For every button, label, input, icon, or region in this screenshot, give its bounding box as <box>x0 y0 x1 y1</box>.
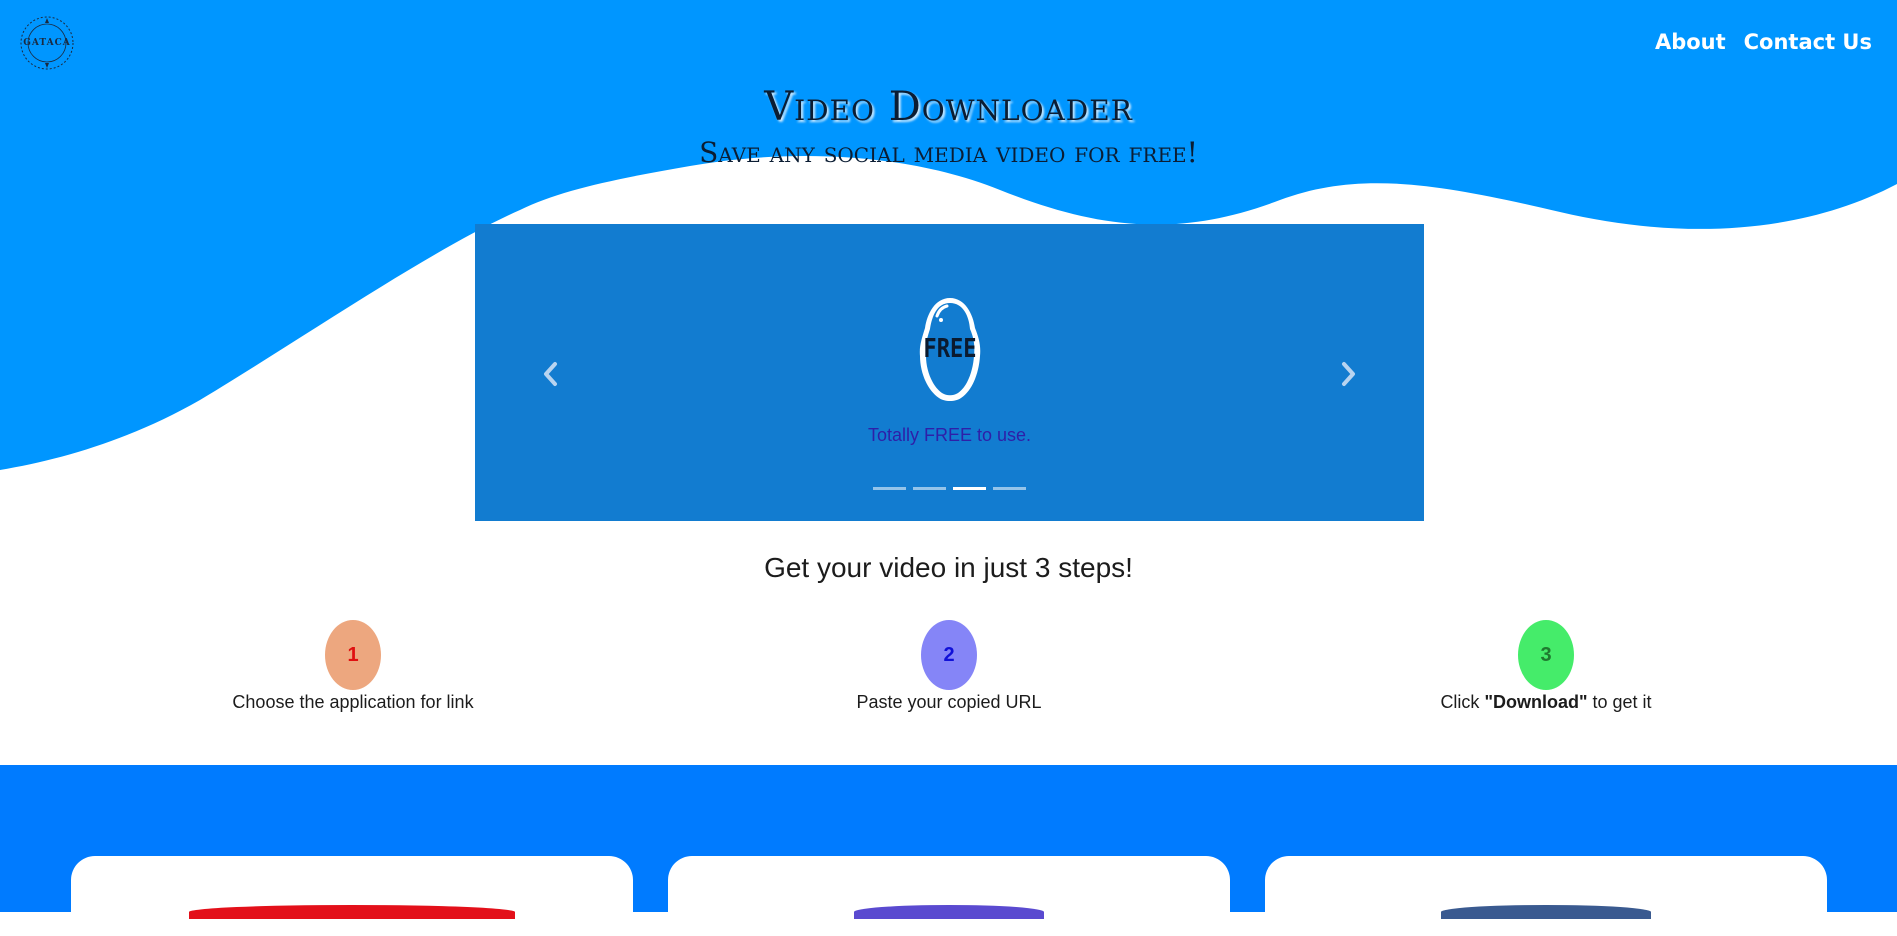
platform-section <box>0 765 1897 936</box>
step-2: 2 Paste your copied URL <box>779 620 1119 713</box>
step-3-text-prefix: Click <box>1440 692 1485 712</box>
free-badge: FREE <box>913 294 987 406</box>
step-2-number-badge: 2 <box>921 620 977 690</box>
step-3: 3 Click "Download" to get it <box>1376 620 1716 713</box>
page-title: Video Downloader <box>764 84 1133 130</box>
top-nav: About Contact Us <box>1655 30 1872 54</box>
carousel-indicator-3[interactable] <box>953 487 986 490</box>
step-3-number-badge: 3 <box>1518 620 1574 690</box>
carousel-prev-button[interactable] <box>535 356 565 392</box>
nav-about-link[interactable]: About <box>1655 30 1726 54</box>
step-3-text-suffix: to get it <box>1587 692 1652 712</box>
step-1: 1 Choose the application for link <box>183 620 523 713</box>
chevron-right-icon <box>1342 362 1355 386</box>
platform-card-1-banner <box>189 905 515 919</box>
feature-carousel: FREE Totally FREE to use. <box>475 224 1424 521</box>
platform-card-2-banner <box>854 905 1044 919</box>
carousel-indicators <box>873 487 1026 490</box>
page-subtitle: Save any social media video for free! <box>699 136 1198 169</box>
step-1-text: Choose the application for link <box>232 692 474 712</box>
logo-text: GATACA <box>23 38 71 48</box>
platform-card-3[interactable] <box>1265 856 1827 936</box>
platform-card-3-banner <box>1441 905 1651 919</box>
step-3-text: Click "Download" to get it <box>1376 692 1716 713</box>
step-1-number-badge: 1 <box>325 620 381 690</box>
free-badge-text: FREE <box>923 334 977 364</box>
nav-contact-link[interactable]: Contact Us <box>1744 30 1872 54</box>
chevron-left-icon <box>544 362 557 386</box>
step-3-text-bold: "Download" <box>1484 692 1588 712</box>
carousel-indicator-2[interactable] <box>913 487 946 490</box>
carousel-next-button[interactable] <box>1334 356 1364 392</box>
step-2-text: Paste your copied URL <box>856 692 1042 712</box>
carousel-indicator-4[interactable] <box>993 487 1026 490</box>
gataca-logo[interactable]: GATACA <box>18 14 76 72</box>
platform-card-2[interactable] <box>668 856 1230 936</box>
platform-card-1[interactable] <box>71 856 633 936</box>
steps-heading: Get your video in just 3 steps! <box>764 552 1133 583</box>
slide-caption: Totally FREE to use. <box>867 425 1032 445</box>
carousel-indicator-1[interactable] <box>873 487 906 490</box>
